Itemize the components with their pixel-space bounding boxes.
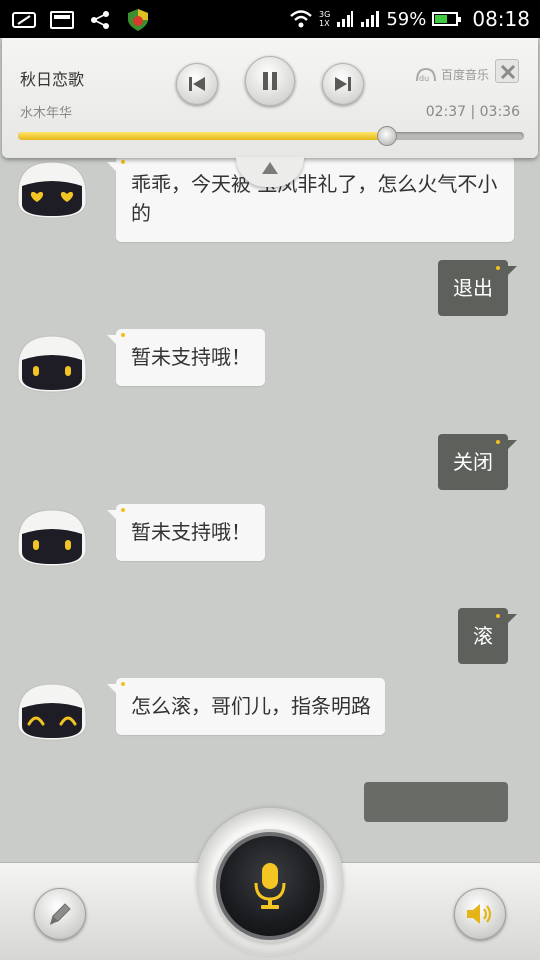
playback-progress-thumb[interactable] [377, 126, 398, 146]
signal-2-icon [361, 11, 380, 27]
volume-button[interactable] [454, 888, 506, 940]
message-indicator-dot [121, 508, 125, 512]
message-indicator-dot [496, 440, 500, 444]
wifi-icon [290, 10, 312, 28]
bot-message-bubble: 怎么滚，哥们儿，指条明路 [107, 678, 385, 735]
baidu-logo-text: du [419, 74, 429, 83]
robot-avatar [17, 509, 87, 567]
bot-message-bubble: 暂未支持哦！ [107, 329, 265, 386]
music-player-panel: 秋日恋歌 水木年华 du 百度音乐 02:37 | 03:36 [2, 38, 538, 187]
skip-next-icon [335, 77, 351, 91]
skip-previous-icon [189, 77, 205, 91]
share-icon [91, 11, 109, 29]
chevron-up-icon [262, 162, 278, 174]
speaker-icon [467, 904, 492, 924]
robot-avatar [17, 161, 87, 219]
status-bar: 3G 1X 59% 08:18 [0, 0, 540, 38]
baidu-music-brand: du 百度音乐 [414, 66, 489, 83]
security-shield-icon [128, 9, 148, 31]
network-type-1x: 1X [319, 19, 330, 28]
user-message-bubble-partial [364, 782, 508, 822]
clock: 08:18 [472, 7, 530, 31]
message-indicator-dot [121, 160, 125, 164]
user-message-bubble: 退出 [438, 260, 517, 316]
close-icon [500, 64, 516, 80]
user-message-text: 滚 [473, 624, 493, 648]
bot-message-text: 暂未支持哦！ [131, 345, 251, 369]
message-indicator-dot [121, 333, 125, 337]
close-player-button[interactable] [495, 59, 519, 83]
bot-message-text: 乖乖，今天被 玉凤非礼了，怎么火气不小的 [131, 172, 498, 225]
playback-progress-bar[interactable] [18, 132, 524, 140]
song-title: 秋日恋歌 [20, 70, 85, 89]
signal-icon [337, 11, 354, 27]
user-message-bubble: 关闭 [438, 434, 517, 490]
robot-avatar [17, 683, 87, 741]
network-type-indicator: 3G 1X [319, 10, 330, 28]
user-message-text: 关闭 [453, 450, 493, 474]
previous-track-button[interactable] [176, 63, 218, 105]
text-input-button[interactable] [34, 888, 86, 940]
user-message-bubble: 滚 [458, 608, 517, 664]
microphone-icon [254, 863, 286, 909]
battery-level-fill [435, 15, 448, 23]
bot-message-bubble: 乖乖，今天被 玉凤非礼了，怎么火气不小的 [107, 156, 514, 242]
network-type-3g: 3G [319, 10, 331, 19]
robot-avatar [17, 335, 87, 393]
message-indicator-dot [496, 266, 500, 270]
bot-message-text: 怎么滚，哥们儿，指条明路 [131, 694, 371, 718]
brand-label: 百度音乐 [441, 68, 490, 82]
message-indicator-dot [121, 682, 125, 686]
bot-message-text: 暂未支持哦！ [131, 520, 251, 544]
pause-icon [263, 72, 277, 90]
pause-button[interactable] [245, 56, 295, 106]
playback-time: 02:37 | 03:36 [425, 104, 520, 120]
battery-percent: 59% [386, 8, 427, 30]
message-indicator-dot [496, 614, 500, 618]
voice-input-button[interactable] [216, 832, 324, 940]
next-track-button[interactable] [322, 63, 364, 105]
pencil-icon [50, 903, 71, 925]
playback-progress-fill [18, 132, 388, 140]
bot-message-bubble: 暂未支持哦！ [107, 504, 265, 561]
battery-icon [432, 12, 462, 26]
user-message-text: 退出 [453, 276, 493, 300]
baidu-music-logo: du [416, 67, 436, 83]
image-icon [50, 11, 74, 29]
usb-icon [12, 12, 36, 28]
song-artist: 水木年华 [20, 106, 73, 121]
